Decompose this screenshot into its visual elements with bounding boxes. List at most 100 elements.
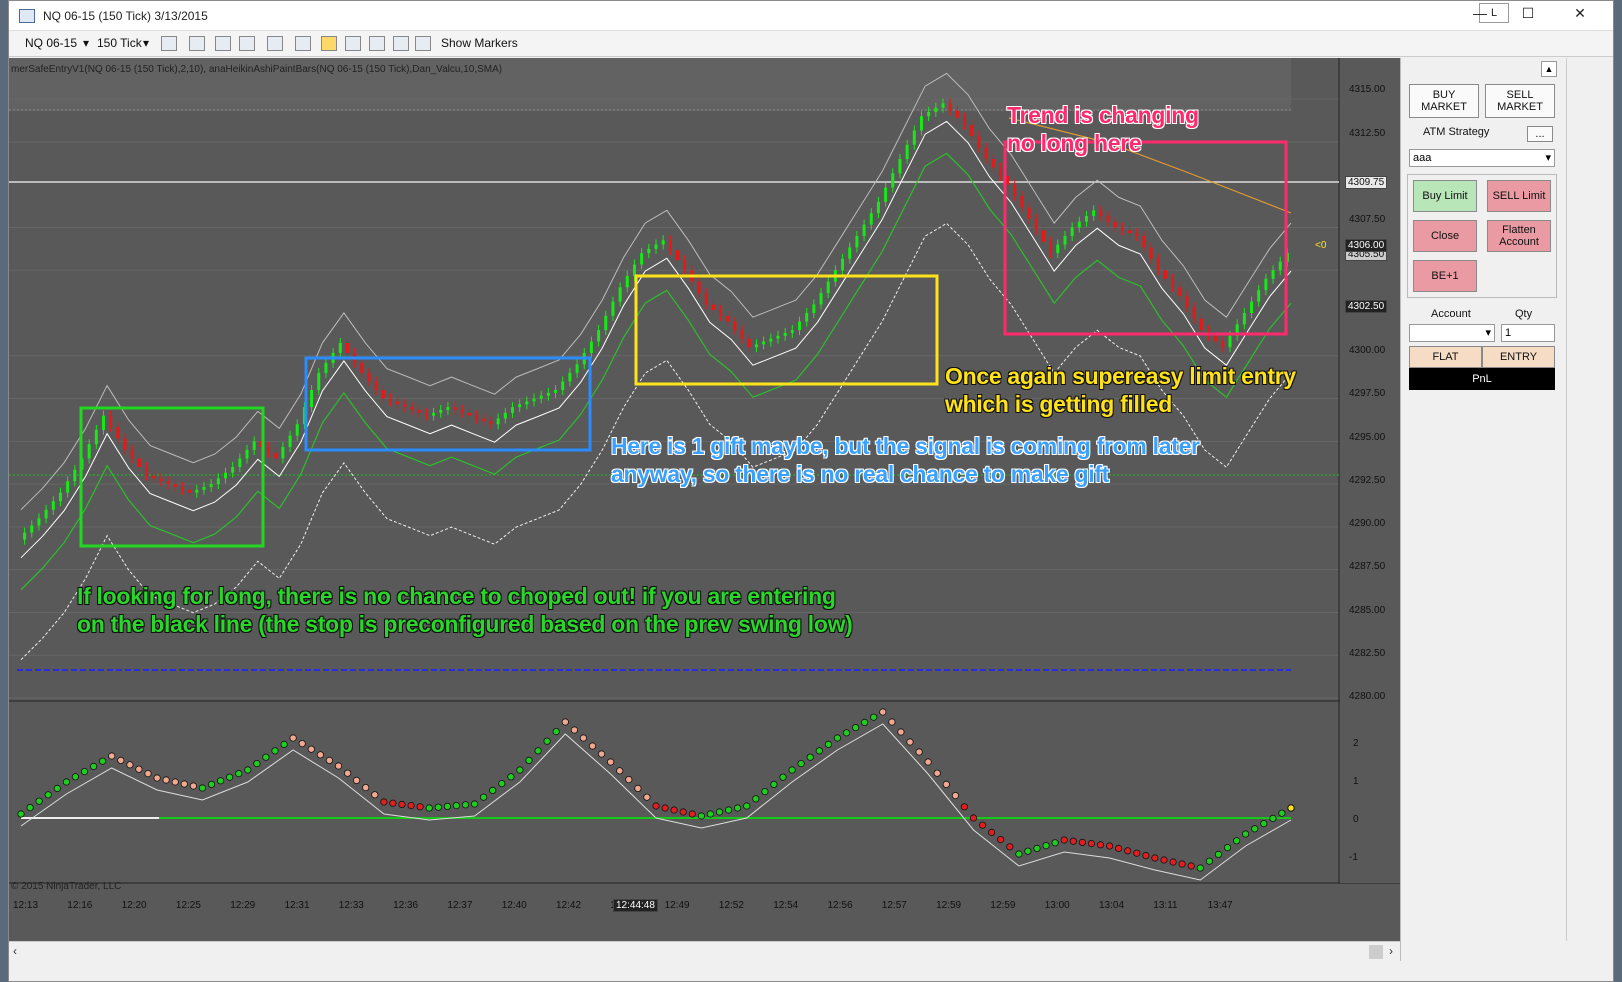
scroll-right-icon[interactable]: › <box>1389 944 1393 958</box>
candle-body <box>905 144 909 159</box>
bar-type-icon[interactable] <box>161 36 177 51</box>
chevron-up-icon[interactable]: ▲ <box>1541 61 1557 77</box>
qty-input[interactable]: 1 <box>1501 324 1555 342</box>
atm-strategy-select[interactable]: aaa ▾ <box>1409 149 1555 167</box>
candle-body <box>1149 247 1153 259</box>
be-plus-one-button[interactable]: BE+1 <box>1413 260 1477 292</box>
window-title: NQ 06-15 (150 Tick) 3/13/2015 <box>43 9 208 23</box>
price-box-lower: 4302.50 <box>1345 300 1388 313</box>
time-label: 12:54 <box>773 900 799 911</box>
candle-body <box>288 435 292 448</box>
time-label: 13:11 <box>1153 900 1178 911</box>
indicators-icon[interactable] <box>345 36 361 51</box>
pencil-icon[interactable] <box>189 36 205 51</box>
vertical-scrollbar[interactable] <box>1566 58 1581 941</box>
maximize-icon[interactable]: ☐ <box>1505 1 1551 27</box>
copyright-label: © 2015 NinjaTrader, LLC <box>11 881 122 892</box>
oscillator-dot <box>933 769 941 777</box>
position-marker: <0 <box>1315 240 1327 251</box>
candle-body <box>1070 227 1074 236</box>
show-markers-button[interactable]: Show Markers <box>441 36 518 50</box>
properties-icon[interactable] <box>393 36 409 51</box>
flatten-account-button[interactable]: Flatten Account <box>1487 220 1551 252</box>
candle-body <box>740 330 744 339</box>
candle-body <box>525 401 529 405</box>
scrollbar-thumb[interactable] <box>1369 945 1383 959</box>
oscillator-last-dot <box>1287 804 1295 812</box>
time-label: 12:36 <box>393 900 419 911</box>
chevron-down-icon[interactable]: ▾ <box>83 36 89 50</box>
oscillator-dot <box>1196 864 1204 872</box>
oscillator-dot <box>153 774 161 782</box>
oscillator-dot <box>1242 830 1250 838</box>
oscillator-dot <box>235 769 243 778</box>
buy-market-button[interactable]: BUY MARKET <box>1409 84 1479 118</box>
candle-body <box>345 342 349 353</box>
oscillator-dot <box>978 821 987 829</box>
candle-body <box>360 362 364 373</box>
cursor-time-label: 12:44:48 <box>613 899 658 912</box>
candle-body <box>704 293 708 305</box>
horizontal-scrollbar[interactable]: ‹ › <box>9 941 1400 961</box>
oscillator-dot <box>1060 836 1068 844</box>
eraser-icon[interactable] <box>239 36 255 51</box>
oscillator-dot <box>207 780 216 789</box>
oscillator-dot <box>416 803 424 811</box>
buy-limit-button[interactable]: Buy Limit <box>1413 180 1477 212</box>
oscillator-dot <box>525 756 533 765</box>
close-button[interactable]: Close <box>1413 220 1477 252</box>
zoom-icon[interactable] <box>295 36 311 51</box>
time-label: 12:59 <box>990 900 1016 911</box>
candle-body <box>482 418 486 422</box>
period-selector[interactable]: 150 Tick <box>97 36 142 50</box>
price-chart[interactable] <box>9 58 1400 941</box>
drawing-tool-icon[interactable] <box>215 36 231 51</box>
chart-panel[interactable]: merSafeEntryV1(NQ 06-15 (150 Tick),2,10)… <box>9 58 1400 941</box>
pnl-display: PnL <box>1409 368 1555 390</box>
oscillator-dot <box>724 806 733 814</box>
oscillator-dot <box>1233 837 1241 845</box>
instrument-selector[interactable]: NQ 06-15 <box>25 36 77 50</box>
oscillator-dot <box>960 803 969 811</box>
candle-body <box>554 390 558 393</box>
minimize-icon[interactable]: — <box>1457 1 1503 27</box>
candle-body <box>898 159 902 174</box>
candle-body <box>202 486 206 490</box>
oscillator-dot <box>352 776 361 785</box>
oscillator-dot <box>661 804 669 812</box>
time-label: 12:56 <box>827 900 853 911</box>
oscillator-dot <box>860 718 869 727</box>
account-select[interactable]: ▾ <box>1409 324 1495 342</box>
candle-body <box>209 484 213 487</box>
price-label: 4295.00 <box>1349 432 1386 443</box>
candle-body <box>453 407 457 410</box>
oscillator-dot <box>1214 850 1223 859</box>
oscillator-dot <box>271 747 279 755</box>
candle-body <box>467 412 471 416</box>
scroll-left-icon[interactable]: ‹ <box>13 944 17 958</box>
chevron-down-icon[interactable]: ▾ <box>143 36 149 50</box>
crosshair-icon[interactable] <box>267 36 283 51</box>
price-label: 4282.50 <box>1349 648 1386 659</box>
chart-trader-icon[interactable] <box>321 36 337 51</box>
candle-body <box>733 321 737 331</box>
oscillator-dot <box>316 751 324 759</box>
data-box-icon[interactable] <box>415 36 431 51</box>
candle-body <box>919 116 923 131</box>
oscillator-dot <box>362 783 370 792</box>
candle-body <box>518 404 522 408</box>
atm-strategy-more-button[interactable]: ... <box>1527 126 1553 142</box>
oscillator-dot <box>897 728 905 736</box>
time-label: 12:52 <box>718 900 744 911</box>
oscillator-dot <box>461 801 470 809</box>
sell-market-button[interactable]: SELL MARKET <box>1485 84 1555 118</box>
candle-body <box>676 250 680 261</box>
oscillator-dot <box>1151 854 1159 862</box>
osc-label: 2 <box>1353 738 1359 749</box>
strategies-icon[interactable] <box>369 36 385 51</box>
close-icon[interactable]: ✕ <box>1557 1 1603 27</box>
atm-strategy-value: aaa <box>1413 152 1432 164</box>
candle-body <box>1092 210 1096 217</box>
candle-body <box>661 240 665 245</box>
sell-limit-button[interactable]: SELL Limit <box>1487 180 1551 212</box>
